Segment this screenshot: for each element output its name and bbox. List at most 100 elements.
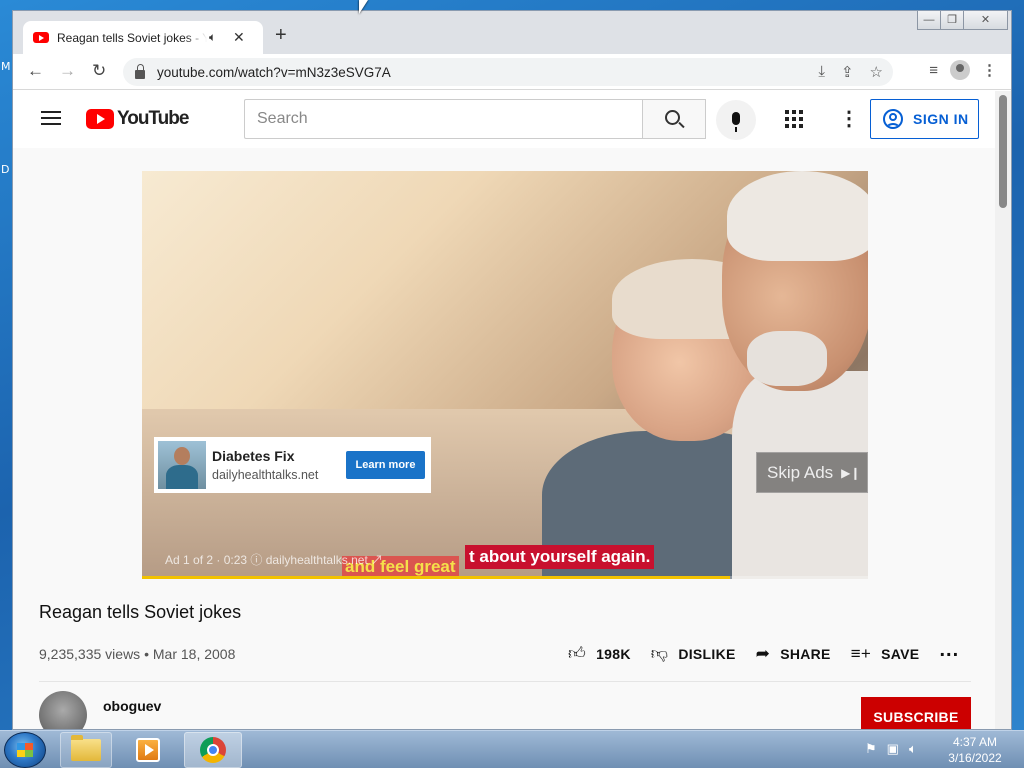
- speaker-icon[interactable]: 🔈︎: [209, 30, 225, 45]
- youtube-favicon-icon: [33, 32, 49, 43]
- ad-title[interactable]: Diabetes Fix: [212, 448, 336, 464]
- more-actions-button[interactable]: ...: [939, 639, 959, 662]
- microphone-icon: [732, 111, 740, 132]
- video-player[interactable]: Diabetes Fix dailyhealthtalks.net Learn …: [142, 171, 868, 579]
- view-count: 9,235,335 views: [39, 646, 141, 662]
- youtube-logo[interactable]: YouTube: [86, 108, 189, 130]
- ad-domain[interactable]: dailyhealthtalks.net: [212, 468, 336, 482]
- search-button[interactable]: [642, 99, 706, 139]
- channel-name[interactable]: oboguev: [103, 698, 161, 714]
- skip-ads-label: Skip Ads: [767, 462, 834, 482]
- install-app-icon[interactable]: ⤓: [818, 63, 825, 81]
- video-frame-figure: [727, 171, 868, 261]
- forward-button[interactable]: →: [59, 62, 76, 80]
- ad-progress-fill: [142, 576, 731, 579]
- mouse-cursor-icon: [359, 0, 368, 14]
- scrollbar-thumb[interactable]: [999, 95, 1007, 208]
- share-button[interactable]: ➦ SHARE: [756, 644, 831, 664]
- settings-menu-icon[interactable]: ⋮: [839, 109, 859, 129]
- search-input[interactable]: Search: [244, 99, 642, 139]
- address-bar[interactable]: youtube.com/watch?v=mN3z3eSVG7A ⤓ ⇪ ☆: [123, 58, 893, 86]
- window-controls: — ❐ ✕: [917, 11, 1008, 30]
- like-count: 198K: [596, 645, 631, 662]
- channel-avatar[interactable]: [39, 691, 87, 729]
- hamburger-menu-icon[interactable]: [41, 111, 61, 125]
- learn-more-button[interactable]: Learn more: [346, 451, 425, 479]
- close-tab-icon[interactable]: ✕: [233, 29, 245, 46]
- youtube-play-icon: [86, 109, 114, 129]
- like-button[interactable]: 👍︎ 198K: [568, 643, 631, 664]
- chrome-icon: [200, 737, 226, 763]
- ad-progress-bar[interactable]: [142, 576, 868, 579]
- back-button[interactable]: ←: [27, 62, 44, 80]
- new-tab-button[interactable]: +: [275, 25, 287, 45]
- volume-icon[interactable]: 🔈︎: [909, 741, 917, 757]
- browser-tab[interactable]: Reagan tells Soviet jokes - YouTube 🔈︎ ✕: [23, 21, 263, 54]
- taskbar-media-player[interactable]: [122, 732, 174, 768]
- taskbar-chrome[interactable]: [184, 732, 242, 768]
- vertical-scrollbar[interactable]: [995, 91, 1011, 729]
- profile-avatar-icon[interactable]: [950, 60, 970, 80]
- save-label: SAVE: [881, 645, 920, 662]
- action-center-flag-icon[interactable]: ⚑: [865, 741, 877, 757]
- sign-in-label: SIGN IN: [913, 111, 969, 127]
- close-window-button[interactable]: ✕: [964, 11, 1007, 29]
- voice-search-button[interactable]: [716, 100, 756, 140]
- lock-icon[interactable]: [135, 63, 145, 79]
- taskbar-explorer[interactable]: [60, 732, 112, 768]
- clock-date: 3/16/2022: [948, 751, 1002, 765]
- restore-button[interactable]: ❐: [941, 11, 964, 29]
- network-icon[interactable]: ▣: [887, 741, 899, 757]
- reload-button[interactable]: ↻: [92, 62, 106, 80]
- clock-time: 4:37 AM: [952, 735, 998, 749]
- ad-overlay-card[interactable]: Diabetes Fix dailyhealthtalks.net Learn …: [154, 437, 431, 493]
- ad-info[interactable]: Ad 1 of 2 · 0:23 ⓘ dailyhealthtalks.net …: [165, 551, 383, 568]
- thumbs-up-icon: 👍︎: [568, 644, 587, 663]
- logo-text: YouTube: [117, 108, 189, 129]
- skip-next-icon: ▶❙: [841, 465, 861, 480]
- skip-ads-button[interactable]: Skip Ads ▶❙: [756, 452, 868, 493]
- sign-in-button[interactable]: SIGN IN: [870, 99, 979, 139]
- dislike-label: DISLIKE: [678, 645, 736, 662]
- system-clock[interactable]: 4:37 AM 3/16/2022: [940, 734, 1010, 766]
- bookmark-star-icon[interactable]: ☆: [870, 63, 883, 81]
- minimize-button[interactable]: —: [918, 11, 941, 29]
- video-title: Reagan tells Soviet jokes: [39, 602, 242, 622]
- user-circle-icon: [883, 109, 903, 129]
- url-text[interactable]: youtube.com/watch?v=mN3z3eSVG7A: [157, 65, 391, 80]
- dislike-button[interactable]: 👎︎ DISLIKE: [651, 643, 736, 664]
- browser-toolbar: ← → ↻ youtube.com/watch?v=mN3z3eSVG7A ⤓ …: [13, 54, 1011, 90]
- share-arrow-icon: ➦: [755, 643, 771, 663]
- tab-title: Reagan tells Soviet jokes - YouTube: [57, 30, 207, 45]
- ad-thumbnail[interactable]: [158, 441, 206, 489]
- tab-strip: Reagan tells Soviet jokes - YouTube 🔈︎ ✕…: [13, 11, 1011, 54]
- divider: [39, 681, 971, 682]
- video-meta: 9,235,335 views • Mar 18, 2008: [39, 646, 235, 662]
- system-tray: ⚑ ▣ 🔈︎: [865, 741, 917, 757]
- meta-separator: •: [144, 646, 153, 662]
- apps-grid-icon[interactable]: [785, 110, 803, 128]
- search-icon: [665, 110, 680, 125]
- thumbs-down-icon: 👎︎: [650, 644, 669, 663]
- browser-menu-icon[interactable]: ⋮: [982, 61, 997, 79]
- taskbar: ⚑ ▣ 🔈︎ 4:37 AM 3/16/2022: [0, 730, 1024, 768]
- omnibox-actions: ⤓ ⇪ ☆: [818, 63, 883, 81]
- toolbar-right: ≡ ⋮: [929, 60, 1011, 80]
- start-button[interactable]: [4, 732, 46, 768]
- ad-text: Diabetes Fix dailyhealthtalks.net: [212, 448, 336, 482]
- media-queue-icon[interactable]: ≡: [929, 62, 938, 79]
- desktop-icon-label[interactable]: M: [1, 60, 11, 73]
- ad-caption: t about yourself again.: [465, 545, 655, 569]
- desktop-icon-label[interactable]: D: [1, 163, 9, 176]
- subscribe-button[interactable]: SUBSCRIBE: [861, 697, 971, 729]
- playlist-add-icon: ≡+: [850, 643, 872, 663]
- save-button[interactable]: ≡+ SAVE: [851, 644, 920, 664]
- share-page-icon[interactable]: ⇪: [841, 63, 854, 81]
- browser-window: Reagan tells Soviet jokes - YouTube 🔈︎ ✕…: [12, 10, 1012, 730]
- media-player-icon: [136, 738, 160, 762]
- upload-date: Mar 18, 2008: [152, 646, 236, 662]
- youtube-page: YouTube Search ⋮ SIGN IN Diabetes Fix da…: [13, 91, 997, 729]
- video-actions: 👍︎ 198K 👎︎ DISLIKE ➦ SHARE ≡+ SAVE ...: [568, 639, 959, 664]
- video-frame-figure: [747, 331, 827, 386]
- share-label: SHARE: [780, 645, 831, 662]
